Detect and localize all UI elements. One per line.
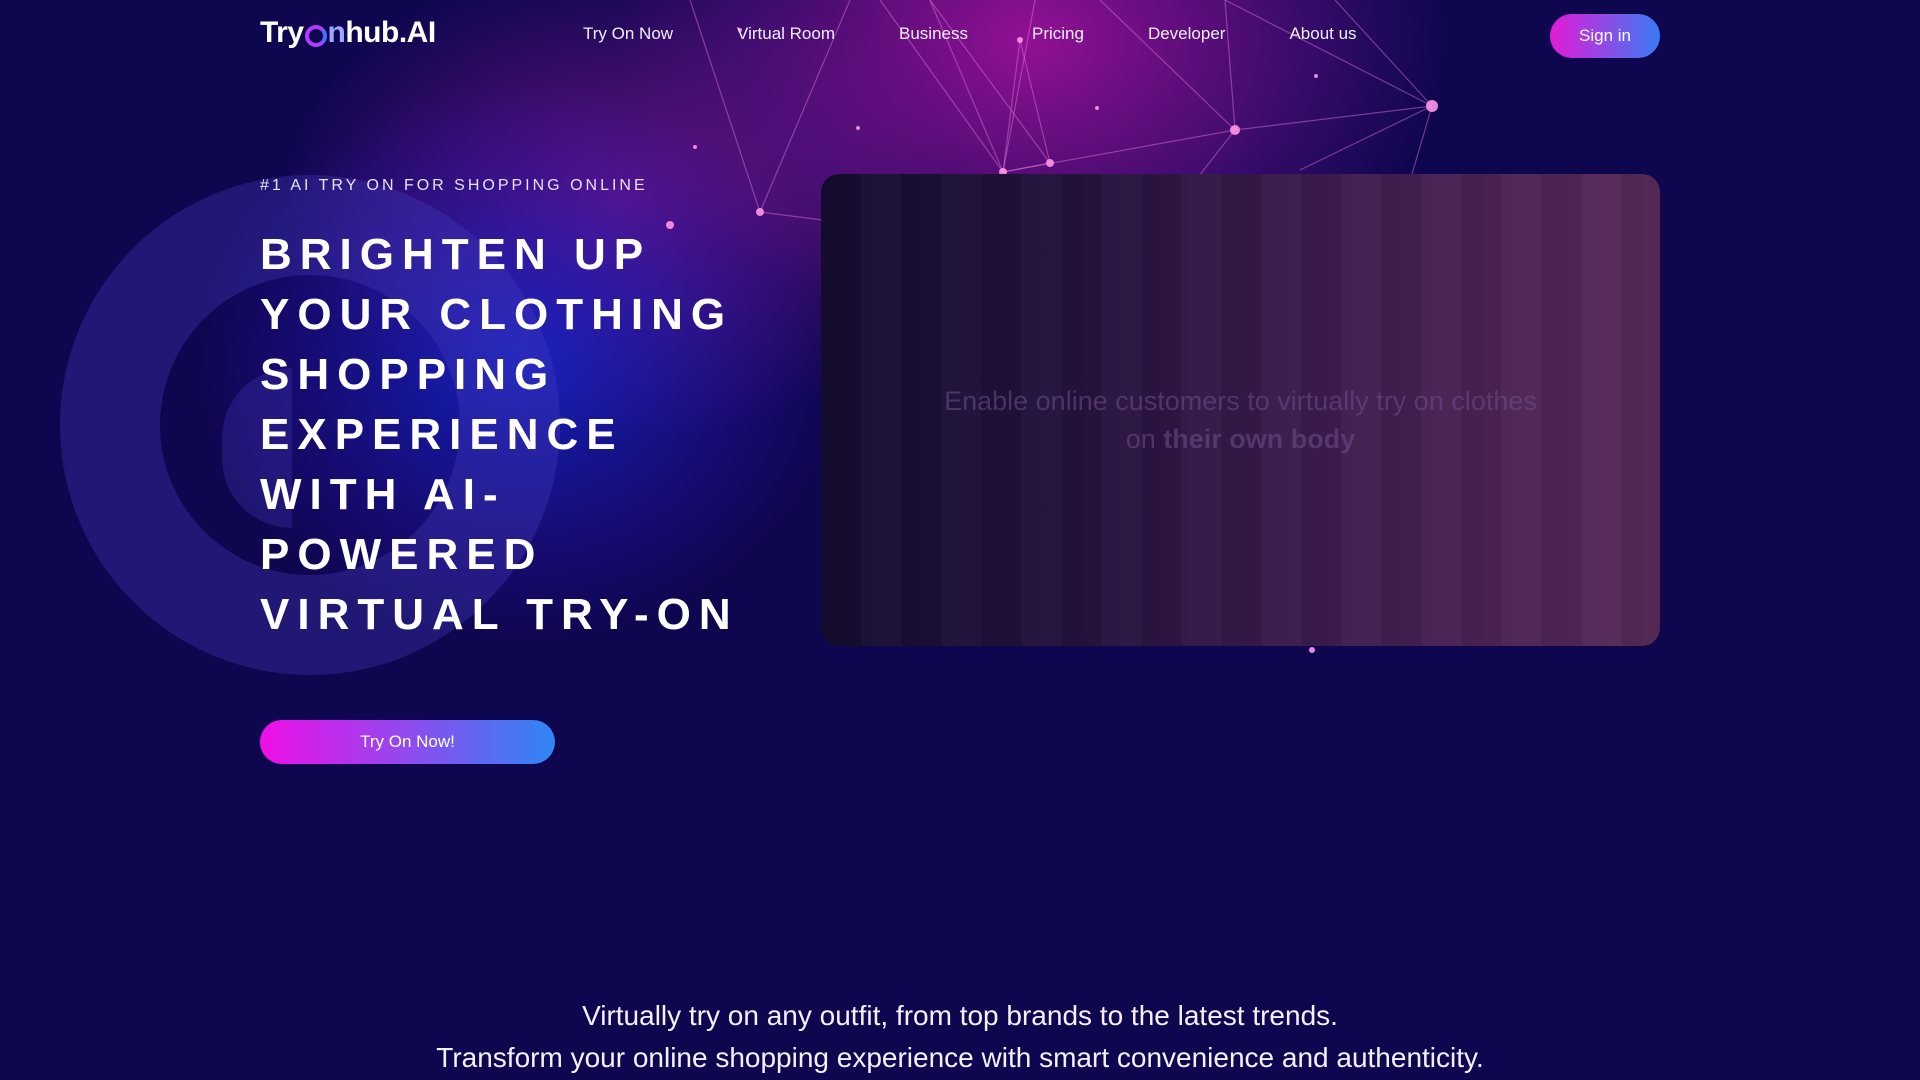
main-nav: Try On Now Virtual Room Business Pricing… <box>583 24 1357 44</box>
tagline: Virtually try on any outfit, from top br… <box>0 995 1920 1079</box>
headline-line: BRIGHTEN UP <box>260 230 652 279</box>
nav-item-pricing[interactable]: Pricing <box>1032 24 1084 44</box>
video-caption: Enable online customers to virtually try… <box>941 382 1540 458</box>
headline-line: VIRTUAL TRY-ON <box>260 590 739 639</box>
headline-line: SHOPPING <box>260 350 557 399</box>
nav-item-about-us[interactable]: About us <box>1289 24 1356 44</box>
try-on-now-button[interactable]: Try On Now! <box>260 720 555 764</box>
nav-item-try-on-now[interactable]: Try On Now <box>583 24 673 44</box>
nav-item-virtual-room[interactable]: Virtual Room <box>737 24 835 44</box>
hero-headline: BRIGHTEN UP YOUR CLOTHING SHOPPING EXPER… <box>260 225 780 645</box>
nav-item-business[interactable]: Business <box>899 24 968 44</box>
headline-line: WITH AI- <box>260 470 506 519</box>
logo-o-mark-icon <box>304 25 327 47</box>
hero-kicker: #1 AI TRY ON FOR SHOPPING ONLINE <box>260 177 648 194</box>
video-caption-emphasis: their own body <box>1163 424 1356 454</box>
tagline-line-1: Virtually try on any outfit, from top br… <box>582 1000 1338 1031</box>
logo-text-n: n <box>327 16 346 49</box>
brand-logo[interactable]: Try n hub.AI <box>260 16 436 50</box>
logo-text-try: Try <box>260 16 304 49</box>
nav-item-developer[interactable]: Developer <box>1148 24 1226 44</box>
headline-line: POWERED <box>260 530 544 579</box>
headline-line: EXPERIENCE <box>260 410 624 459</box>
logo-text-hub: hub.AI <box>345 16 436 49</box>
site-header: Try n hub.AI Try On Now Virtual Room Bus… <box>0 0 1920 72</box>
headline-line: YOUR CLOTHING <box>260 290 734 339</box>
demo-video-panel[interactable]: Enable online customers to virtually try… <box>821 174 1660 646</box>
tagline-line-2: Transform your online shopping experienc… <box>436 1042 1484 1073</box>
sign-in-button[interactable]: Sign in <box>1550 14 1660 58</box>
